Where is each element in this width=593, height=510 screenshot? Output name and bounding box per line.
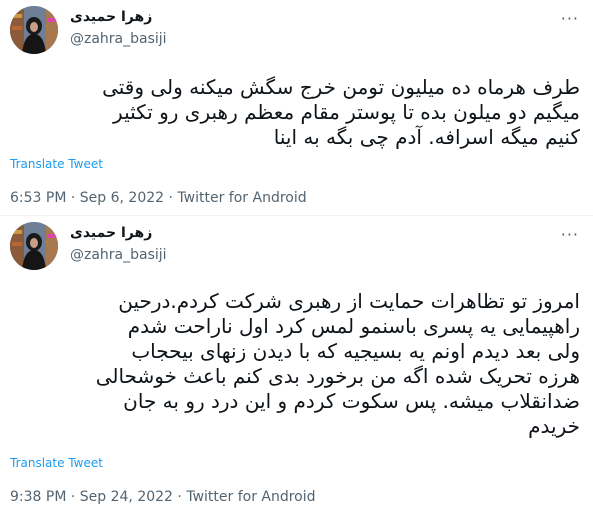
tweet-text: طرف هرماه ده میلیون تومن خرج سگش میکنه و… <box>102 75 580 149</box>
author-name[interactable]: زهرا حمیدی <box>70 9 152 25</box>
avatar[interactable] <box>10 6 58 54</box>
meta-separator: · <box>70 489 76 505</box>
tweet-time[interactable]: 9:38 PM <box>10 489 66 505</box>
meta-separator: · <box>168 190 173 206</box>
translate-tweet-link[interactable]: Translate Tweet <box>10 456 103 470</box>
tweet-text: امروز تو تظاهرات حمایت از رهبری شرکت کرد… <box>95 289 580 438</box>
more-options-icon[interactable]: ··· <box>561 227 579 243</box>
tweet-1: زهرا حمیدی @zahra_basiji ··· طرف هرماه د… <box>0 0 593 215</box>
avatar-image <box>10 6 58 54</box>
tweet-source[interactable]: Twitter for Android <box>177 190 306 206</box>
meta-separator: · <box>70 190 76 206</box>
tweet-date[interactable]: Sep 24, 2022 <box>80 489 173 505</box>
tweet-metadata: 6:53 PM · Sep 6, 2022 · Twitter for Andr… <box>10 190 307 206</box>
author-handle[interactable]: @zahra_basiji <box>70 31 167 47</box>
translate-tweet-link[interactable]: Translate Tweet <box>10 157 103 171</box>
tweet-source[interactable]: Twitter for Android <box>186 489 315 505</box>
more-options-icon[interactable]: ··· <box>561 11 579 27</box>
tweet-metadata: 9:38 PM · Sep 24, 2022 · Twitter for And… <box>10 489 316 505</box>
author-handle[interactable]: @zahra_basiji <box>70 247 167 263</box>
tweet-date[interactable]: Sep 6, 2022 <box>80 190 164 206</box>
tweet-time[interactable]: 6:53 PM <box>10 190 66 206</box>
meta-separator: · <box>177 489 182 505</box>
tweet-2: زهرا حمیدی @zahra_basiji ··· امروز تو تظ… <box>0 216 593 510</box>
author-name[interactable]: زهرا حمیدی <box>70 225 152 241</box>
avatar-image <box>10 222 58 270</box>
avatar[interactable] <box>10 222 58 270</box>
